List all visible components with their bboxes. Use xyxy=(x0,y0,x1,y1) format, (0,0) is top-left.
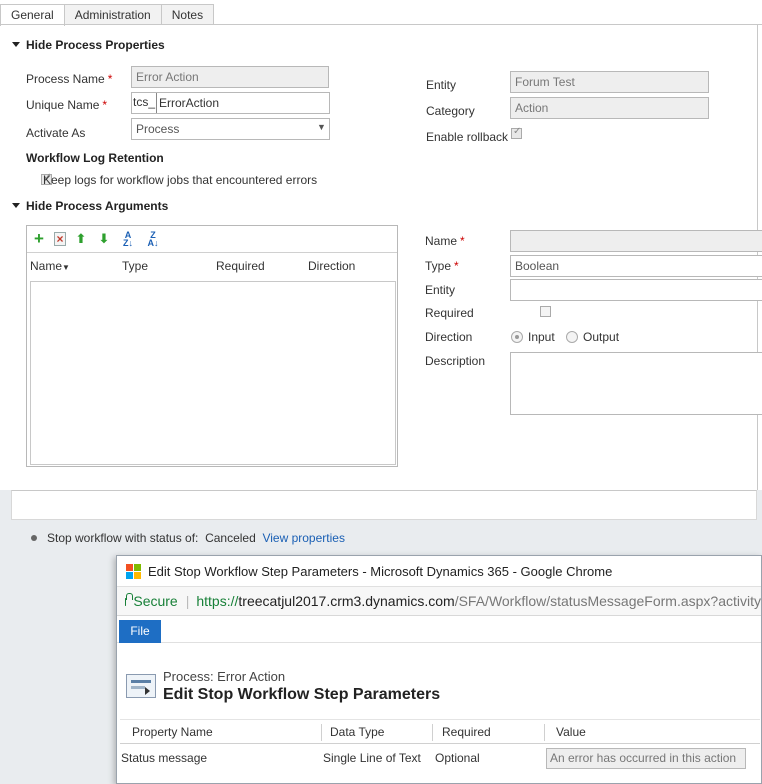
column-required[interactable]: Required xyxy=(216,259,265,273)
enable-rollback-checkbox[interactable] xyxy=(511,126,522,139)
unique-name-field[interactable]: tcs_ ErrorAction xyxy=(131,92,330,114)
col-required: Required xyxy=(442,725,491,739)
sort-ascending-icon[interactable]: A Z↓ xyxy=(119,231,137,248)
step-status: Canceled xyxy=(205,531,256,545)
unique-name-prefix: tcs_ xyxy=(132,93,158,113)
column-separator xyxy=(432,724,433,741)
entity-field: Forum Test xyxy=(510,71,709,93)
arg-description-input[interactable] xyxy=(510,352,762,415)
url-divider: | xyxy=(185,593,190,609)
keep-logs-label: Keep logs for workflow jobs that encount… xyxy=(43,173,318,187)
ribbon: File xyxy=(117,616,761,643)
form-tabs: General Administration Notes xyxy=(0,4,215,26)
process-subtitle: Process: Error Action xyxy=(163,669,286,684)
tab-notes[interactable]: Notes xyxy=(160,4,215,25)
row-required: Optional xyxy=(435,751,480,765)
process-arguments-title: Hide Process Arguments xyxy=(26,199,169,213)
column-name[interactable]: Name▼ xyxy=(30,259,70,273)
unique-name-value: ErrorAction xyxy=(159,96,220,110)
arg-required-label: Required xyxy=(425,306,474,320)
stop-workflow-step: Stop workflow with status of: Canceled V… xyxy=(31,531,345,545)
column-separator xyxy=(321,724,322,741)
arguments-grid-header: Name▼ Type Required Direction xyxy=(27,253,397,279)
sort-down-icon: ▼ xyxy=(62,263,70,272)
row-property-name: Status message xyxy=(121,751,208,765)
required-star: * xyxy=(102,98,108,112)
tab-divider xyxy=(0,24,762,25)
entity-label: Entity xyxy=(426,78,457,92)
process-properties-title: Hide Process Properties xyxy=(26,38,165,52)
dialog-heading: Edit Stop Workflow Step Parameters xyxy=(163,686,441,703)
step-header-bar xyxy=(11,490,757,520)
required-star: * xyxy=(460,234,465,248)
bullet-icon xyxy=(31,535,37,541)
browser-titlebar: Edit Stop Workflow Step Parameters - Mic… xyxy=(117,556,761,586)
url-scheme: https:// xyxy=(196,593,239,609)
enable-rollback-label: Enable rollback xyxy=(426,130,509,144)
direction-input-option[interactable]: Input xyxy=(511,330,555,344)
direction-output-option[interactable]: Output xyxy=(566,330,619,344)
windows-logo-icon xyxy=(126,563,141,579)
edit-stop-workflow-dialog: Edit Stop Workflow Step Parameters - Mic… xyxy=(116,555,762,784)
tab-administration[interactable]: Administration xyxy=(63,4,162,25)
url-host: treecatjul2017.crm3.dynamics.com xyxy=(238,593,455,609)
process-name-field: Error Action xyxy=(131,66,329,88)
add-icon[interactable]: + xyxy=(31,230,47,247)
arguments-grid: + × ⬆ ⬇ A Z↓ Z A↓ Name▼ Type Required Dire… xyxy=(26,225,398,467)
row-data-type: Single Line of Text xyxy=(323,751,421,765)
process-arguments-header[interactable]: Hide Process Arguments xyxy=(12,199,168,213)
process-name-label: Process Name * xyxy=(26,72,113,86)
delete-icon[interactable]: × xyxy=(54,232,66,246)
tab-general[interactable]: General xyxy=(0,4,65,26)
arg-required-checkbox[interactable] xyxy=(539,306,551,317)
activate-as-label: Activate As xyxy=(26,126,86,140)
step-prefix: Stop workflow with status of: xyxy=(47,531,199,545)
process-properties-header[interactable]: Hide Process Properties xyxy=(12,38,165,52)
column-separator xyxy=(544,724,545,741)
parameters-table-header: Property Name Data Type Required Value xyxy=(120,719,760,744)
dropdown-arrow-icon: ▼ xyxy=(317,122,326,132)
arguments-grid-body[interactable] xyxy=(30,281,396,465)
sort-descending-icon[interactable]: Z A↓ xyxy=(144,231,162,248)
address-bar[interactable]: Secure | https://treecatjul2017.crm3.dyn… xyxy=(117,586,761,616)
form-icon xyxy=(126,674,156,698)
radio-output[interactable] xyxy=(566,331,578,343)
radio-input[interactable] xyxy=(511,331,523,343)
arg-direction-label: Direction xyxy=(425,330,473,344)
arg-name-label: Name * xyxy=(425,234,465,248)
column-type[interactable]: Type xyxy=(122,259,148,273)
arg-description-label: Description xyxy=(425,354,486,368)
arg-entity-input[interactable] xyxy=(510,279,762,301)
view-properties-link[interactable]: View properties xyxy=(262,531,345,545)
collapse-triangle-icon xyxy=(12,42,20,47)
arg-name-input[interactable] xyxy=(510,230,762,252)
unique-name-label: Unique Name * xyxy=(26,98,108,112)
arg-type-label: Type * xyxy=(425,259,459,273)
url-path: /SFA/Workflow/statusMessageForm.aspx?act… xyxy=(454,593,761,609)
secure-label: Secure xyxy=(133,593,178,609)
activate-as-value: Process xyxy=(136,122,180,136)
column-direction[interactable]: Direction xyxy=(308,259,355,273)
category-label: Category xyxy=(426,104,475,118)
status-message-input[interactable]: An error has occurred in this action xyxy=(546,748,746,769)
move-down-icon[interactable]: ⬇ xyxy=(96,231,112,247)
activate-as-select[interactable]: Process ▼ xyxy=(131,118,330,140)
required-star: * xyxy=(454,259,459,273)
arg-entity-label: Entity xyxy=(425,283,456,297)
window-title: Edit Stop Workflow Step Parameters - Mic… xyxy=(148,563,613,579)
collapse-triangle-icon xyxy=(12,203,20,208)
arg-type-select[interactable]: Boolean xyxy=(510,255,762,277)
category-field: Action xyxy=(510,97,709,119)
col-data-type: Data Type xyxy=(330,725,385,739)
move-up-icon[interactable]: ⬆ xyxy=(73,231,89,247)
required-star: * xyxy=(107,72,113,86)
log-retention-title: Workflow Log Retention xyxy=(26,151,164,165)
arguments-toolbar: + × ⬆ ⬇ A Z↓ Z A↓ xyxy=(27,226,397,253)
file-tab[interactable]: File xyxy=(119,620,161,643)
col-value: Value xyxy=(556,725,586,739)
col-property-name: Property Name xyxy=(132,725,213,739)
